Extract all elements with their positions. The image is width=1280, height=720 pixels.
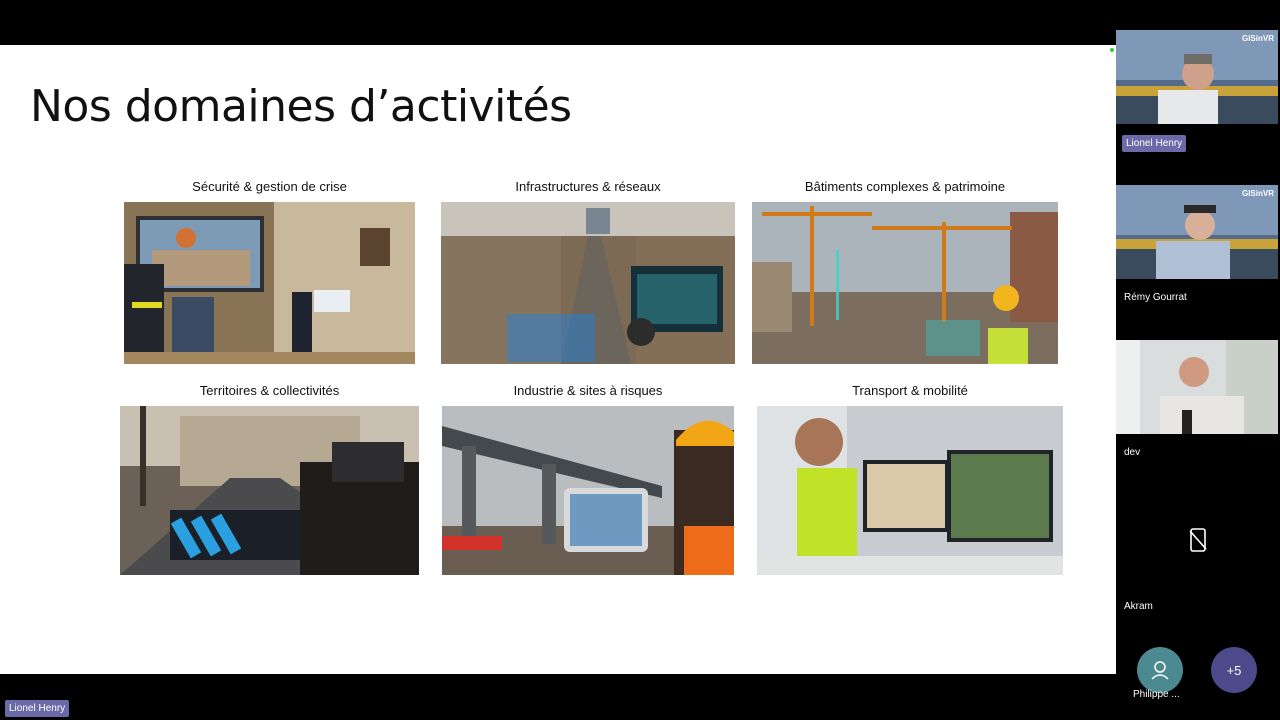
tile-transport: Transport & mobilité: [757, 381, 1063, 575]
tile-label: Bâtiments complexes & patrimoine: [804, 179, 1006, 194]
participant-video[interactable]: GISinVR: [1116, 185, 1278, 279]
shared-slide: Nos domaines d’activités Sécurité & gest…: [0, 45, 1116, 674]
tile-image: [441, 202, 735, 364]
participant-avatar[interactable]: [1137, 647, 1183, 693]
camera-off-icon: [1189, 528, 1207, 552]
avatar-name: Philippe ...: [1133, 689, 1180, 700]
tile-territoires: Territoires & collectivités: [120, 381, 419, 575]
slide-title: Nos domaines d’activités: [30, 81, 572, 132]
video-overlay-logo: GISinVR: [1241, 34, 1274, 43]
user-icon: [1151, 661, 1169, 680]
participant-name: dev: [1124, 447, 1141, 458]
tile-label: Transport & mobilité: [852, 383, 968, 398]
tile-securite: Sécurité & gestion de crise: [124, 177, 415, 365]
participant-name: Akram: [1124, 601, 1153, 612]
recording-indicator: [1110, 48, 1114, 52]
tile-image: [752, 202, 1058, 364]
tile-image: [757, 406, 1063, 575]
participant-name: Lionel Henry: [1122, 135, 1187, 152]
participant-video[interactable]: GISinVR: [1116, 30, 1278, 124]
tile-label: Sécurité & gestion de crise: [192, 179, 347, 194]
tile-image: [120, 406, 419, 575]
tile-label: Infrastructures & réseaux: [515, 179, 661, 194]
participant-name: Rémy Gourrat: [1124, 292, 1187, 303]
tile-industrie: Industrie & sites à risques: [442, 381, 734, 575]
tile-label: Industrie & sites à risques: [513, 383, 663, 398]
participant-video-off[interactable]: [1116, 495, 1278, 589]
video-overlay-logo: GISinVR: [1241, 189, 1274, 198]
tile-batiments: Bâtiments complexes & patrimoine: [752, 177, 1058, 365]
tile-infrastructures: Infrastructures & réseaux: [441, 177, 735, 365]
tile-image: [124, 202, 415, 364]
tile-label: Territoires & collectivités: [199, 383, 340, 398]
tile-image: [442, 406, 734, 575]
more-participants-button[interactable]: +5: [1211, 647, 1257, 693]
presenter-name-tag: Lionel Henry: [5, 700, 70, 717]
participant-video[interactable]: [1116, 340, 1278, 434]
